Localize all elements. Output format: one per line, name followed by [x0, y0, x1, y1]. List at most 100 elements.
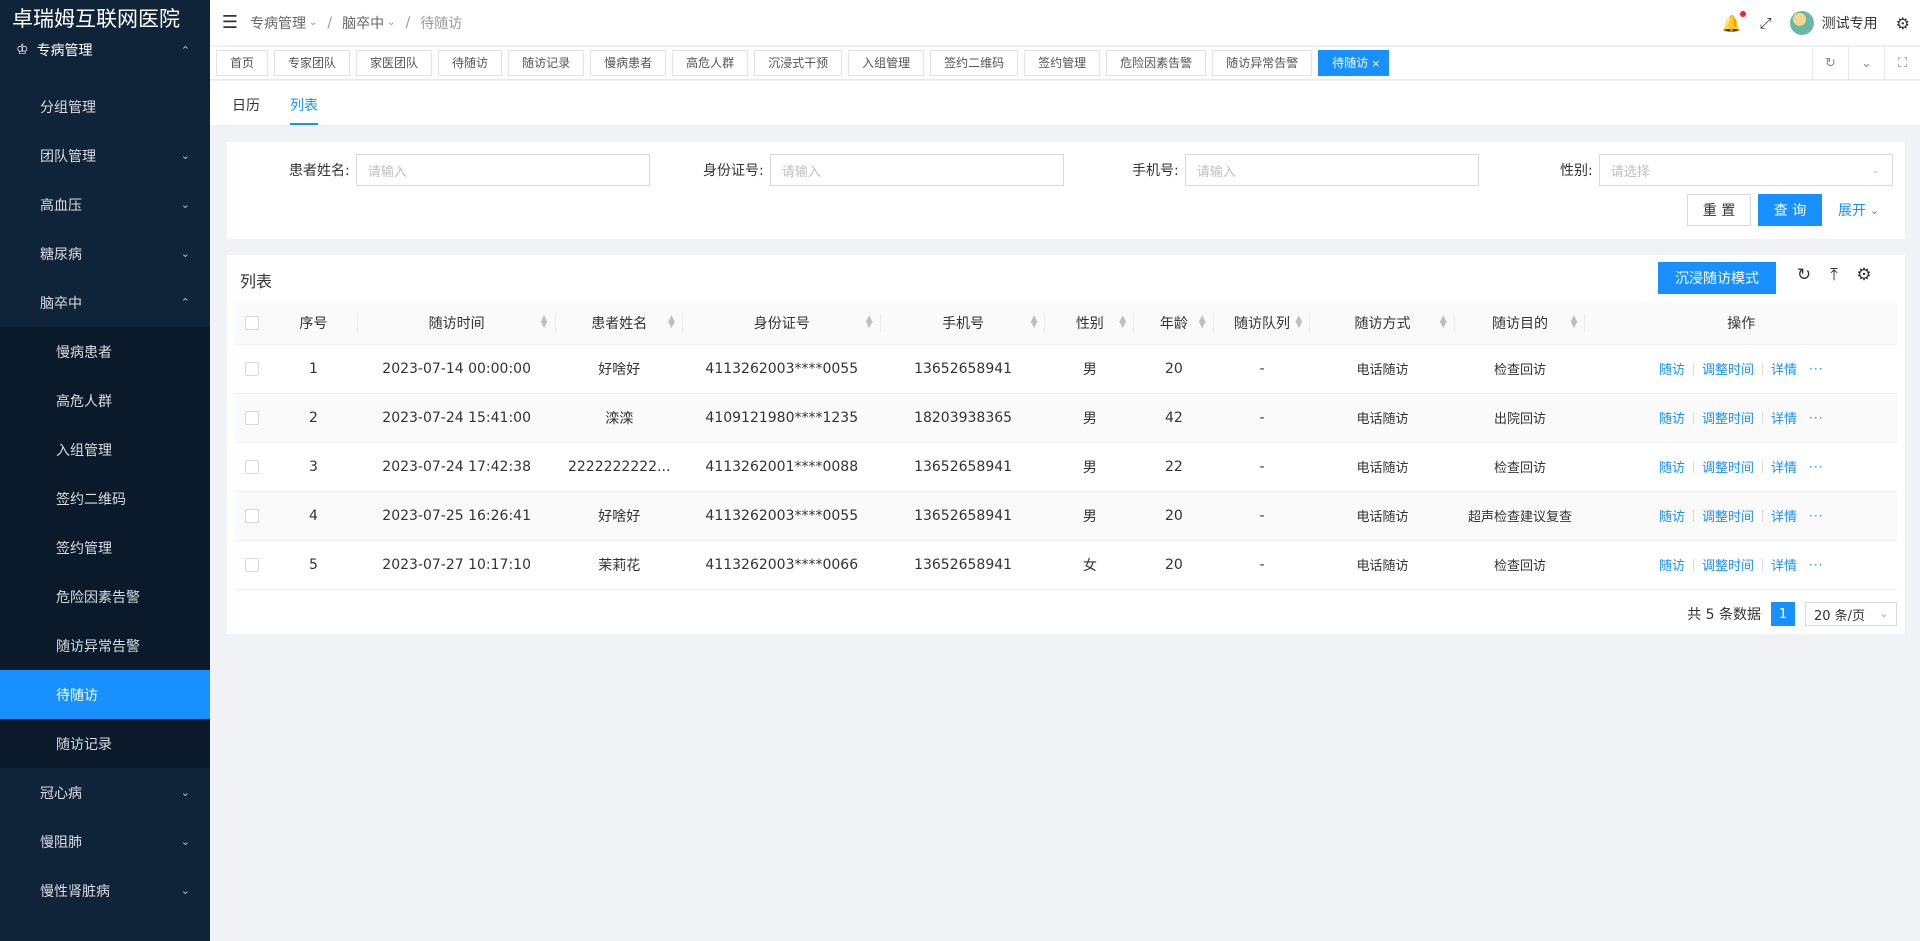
- tab-item[interactable]: 慢病患者: [590, 50, 667, 76]
- user-menu[interactable]: 测试专用: [1789, 11, 1878, 35]
- column-header[interactable]: 年龄 ▲ ▼: [1134, 302, 1214, 345]
- page-size-select[interactable]: 20 条/页 ⌄: [1805, 602, 1897, 626]
- column-header[interactable]: 随访时间 ▲ ▼: [357, 302, 556, 345]
- tab-item[interactable]: 签约管理: [1024, 50, 1101, 76]
- adjust-time-link[interactable]: 调整时间: [1702, 408, 1754, 427]
- sidebar-item[interactable]: 脑卒中 ⌃: [0, 278, 210, 327]
- sort-icon[interactable]: ▲ ▼: [541, 315, 548, 330]
- sidebar-item[interactable]: 团队管理 ⌄: [0, 131, 210, 180]
- detail-link[interactable]: 详情: [1771, 457, 1797, 476]
- sort-icon[interactable]: ▲ ▼: [1295, 315, 1302, 330]
- breadcrumb-item-2[interactable]: 脑卒中: [342, 13, 384, 33]
- sort-icon[interactable]: ▲ ▼: [668, 315, 675, 330]
- row-checkbox[interactable]: [245, 459, 260, 474]
- refresh-icon[interactable]: ↻: [1795, 265, 1813, 285]
- sidebar-item[interactable]: 危险因素告警: [0, 572, 210, 621]
- expand-link[interactable]: 展开 ⌄: [1838, 200, 1879, 220]
- column-header[interactable]: 身份证号 ▲ ▼: [682, 302, 881, 345]
- sidebar-item[interactable]: 随访异常告警: [0, 621, 210, 670]
- sort-icon[interactable]: ▲ ▼: [1440, 315, 1447, 330]
- column-header[interactable]: 患者姓名 ▲ ▼: [555, 302, 683, 345]
- id-input[interactable]: 请输入: [769, 154, 1064, 186]
- more-icon[interactable]: ···: [1809, 411, 1823, 425]
- phone-input[interactable]: 请输入: [1184, 154, 1479, 186]
- sort-icon[interactable]: ▲ ▼: [1031, 315, 1038, 330]
- tab-item[interactable]: 签约二维码: [930, 50, 1019, 76]
- name-input[interactable]: 请输入: [355, 154, 650, 186]
- sidebar-item[interactable]: 入组管理: [0, 425, 210, 474]
- row-checkbox[interactable]: [245, 508, 260, 523]
- reset-button[interactable]: 重 置: [1687, 194, 1751, 226]
- adjust-time-link[interactable]: 调整时间: [1702, 506, 1754, 525]
- visit-link[interactable]: 随访: [1659, 408, 1685, 427]
- detail-link[interactable]: 详情: [1771, 408, 1797, 427]
- page-1-button[interactable]: 1: [1771, 602, 1795, 626]
- sidebar-item[interactable]: 慢性肾脏病 ⌄: [0, 866, 210, 915]
- adjust-time-link[interactable]: 调整时间: [1702, 359, 1754, 378]
- expand-icon[interactable]: ⛶: [1884, 47, 1920, 80]
- more-icon[interactable]: ···: [1809, 362, 1823, 376]
- sidebar-item[interactable]: 糖尿病 ⌄: [0, 229, 210, 278]
- more-icon[interactable]: ···: [1809, 460, 1823, 474]
- column-height-icon[interactable]: ⤒: [1825, 265, 1843, 285]
- sidebar-item[interactable]: 随访记录: [0, 719, 210, 768]
- gear-icon[interactable]: ⚙: [1896, 14, 1910, 33]
- chevron-down-icon[interactable]: ⌄: [1848, 47, 1884, 80]
- menu-fold-icon[interactable]: ☰: [210, 12, 250, 33]
- sidebar-item[interactable]: 高血压 ⌄: [0, 180, 210, 229]
- sort-icon[interactable]: ▲ ▼: [1570, 315, 1577, 330]
- select-all-checkbox[interactable]: [245, 315, 260, 330]
- tab-item[interactable]: 随访异常告警: [1212, 50, 1313, 76]
- tab-item[interactable]: 入组管理: [848, 50, 925, 76]
- tab-item[interactable]: 高危人群: [672, 50, 749, 76]
- tab-calendar[interactable]: 日历: [232, 95, 260, 125]
- sidebar-item[interactable]: 待随访: [0, 670, 210, 719]
- more-icon[interactable]: ···: [1809, 558, 1823, 572]
- sidebar-item[interactable]: 慢病患者: [0, 327, 210, 376]
- tab-item[interactable]: 待随访 ×: [1318, 50, 1390, 76]
- sidebar-item[interactable]: 签约二维码: [0, 474, 210, 523]
- tab-item[interactable]: 首页: [216, 50, 269, 76]
- tab-item[interactable]: 沉浸式干预: [754, 50, 843, 76]
- refresh-icon[interactable]: ↻: [1812, 47, 1848, 80]
- close-icon[interactable]: ×: [1371, 57, 1380, 70]
- row-checkbox[interactable]: [245, 557, 260, 572]
- column-header[interactable]: 性别 ▲ ▼: [1045, 302, 1135, 345]
- column-header[interactable]: 随访目的 ▲ ▼: [1454, 302, 1586, 345]
- sidebar-item[interactable]: 签约管理: [0, 523, 210, 572]
- gender-select[interactable]: 请选择 ⌄: [1598, 154, 1893, 186]
- row-checkbox[interactable]: [245, 410, 260, 425]
- column-header[interactable]: 手机号 ▲ ▼: [880, 302, 1046, 345]
- tab-item[interactable]: 危险因素告警: [1106, 50, 1207, 76]
- adjust-time-link[interactable]: 调整时间: [1702, 555, 1754, 574]
- detail-link[interactable]: 详情: [1771, 506, 1797, 525]
- row-checkbox[interactable]: [245, 361, 260, 376]
- immersive-mode-button[interactable]: 沉浸随访模式: [1658, 262, 1776, 294]
- visit-link[interactable]: 随访: [1659, 555, 1685, 574]
- sidebar-item[interactable]: 高危人群: [0, 376, 210, 425]
- column-header[interactable]: 随访方式 ▲ ▼: [1310, 302, 1455, 345]
- sort-icon[interactable]: ▲ ▼: [1199, 315, 1206, 330]
- column-header[interactable]: 随访队列 ▲ ▼: [1213, 302, 1311, 345]
- sidebar-item[interactable]: 冠心病 ⌄: [0, 768, 210, 817]
- gear-icon[interactable]: ⚙: [1855, 265, 1873, 285]
- bell-icon[interactable]: 🔔: [1722, 10, 1746, 33]
- sort-icon[interactable]: ▲ ▼: [1119, 315, 1126, 330]
- sidebar-item[interactable]: 慢阻肺 ⌄: [0, 817, 210, 866]
- adjust-time-link[interactable]: 调整时间: [1702, 457, 1754, 476]
- sort-icon[interactable]: ▲ ▼: [866, 315, 873, 330]
- detail-link[interactable]: 详情: [1771, 555, 1797, 574]
- tab-item[interactable]: 随访记录: [508, 50, 585, 76]
- tab-item[interactable]: 家医团队: [356, 50, 433, 76]
- sidebar-item[interactable]: 分组管理: [0, 82, 210, 131]
- visit-link[interactable]: 随访: [1659, 506, 1685, 525]
- visit-link[interactable]: 随访: [1659, 457, 1685, 476]
- tab-list[interactable]: 列表: [290, 95, 318, 125]
- fullscreen-icon[interactable]: ⤢: [1760, 14, 1772, 32]
- tab-item[interactable]: 专家团队: [274, 50, 351, 76]
- breadcrumb-item-1[interactable]: 专病管理: [250, 13, 306, 33]
- visit-link[interactable]: 随访: [1659, 359, 1685, 378]
- sidebar-group-special-disease[interactable]: ♔ 专病管理 ⌃: [0, 38, 210, 62]
- more-icon[interactable]: ···: [1809, 509, 1823, 523]
- detail-link[interactable]: 详情: [1771, 359, 1797, 378]
